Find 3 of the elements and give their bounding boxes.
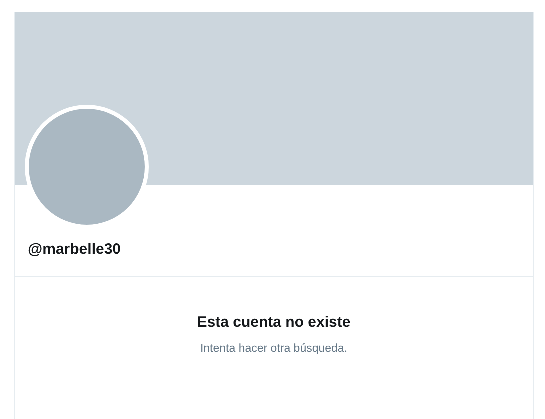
username: @marbelle30: [28, 241, 122, 258]
message-title: Esta cuenta no existe: [197, 314, 351, 331]
message-subtitle: Intenta hacer otra búsqueda.: [200, 343, 348, 355]
